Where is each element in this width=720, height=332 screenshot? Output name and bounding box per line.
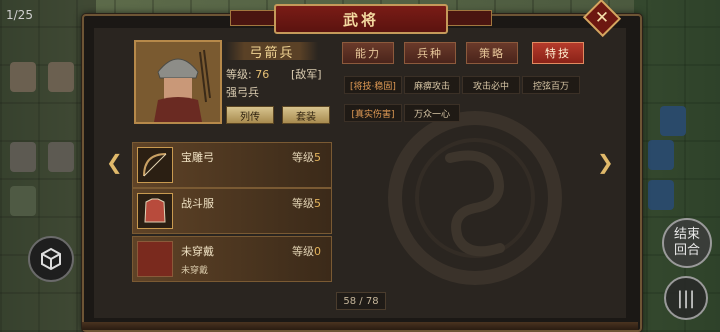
skill-tag: [真实伤害] xyxy=(344,104,402,122)
equipment-level: 等级0 xyxy=(292,243,321,259)
soldier-unit xyxy=(648,180,674,210)
armor-icon xyxy=(137,193,173,229)
equipment-slot-armor[interactable]: 战斗服 等级5 xyxy=(132,188,332,234)
unit-type: 强弓兵 xyxy=(226,86,259,99)
equipment-level-value: 5 xyxy=(314,151,321,164)
end-turn-button[interactable]: 结束 回合 xyxy=(662,218,712,268)
equipment-level-value: 5 xyxy=(314,197,321,210)
dragon-emblem xyxy=(388,111,562,285)
end-turn-label-bottom: 回合 xyxy=(673,243,700,258)
soldier-unit xyxy=(648,140,674,170)
soldier-unit xyxy=(10,142,36,172)
equipment-name: 战斗服 xyxy=(181,197,214,210)
skill-item[interactable]: 麻痹攻击 xyxy=(404,76,460,94)
skill-item[interactable]: 万众一心 xyxy=(404,104,460,122)
skill-item[interactable]: 控弦百万 xyxy=(522,76,580,94)
soldier-unit xyxy=(10,62,36,92)
soldier-unit xyxy=(10,186,36,216)
outfit-button[interactable]: 套装 xyxy=(282,106,330,124)
biography-button[interactable]: 列传 xyxy=(226,106,274,124)
empty-slot-icon xyxy=(137,241,173,277)
cube-icon xyxy=(41,247,61,271)
turn-counter: 1/25 xyxy=(6,8,33,22)
faction-label: [敌军] xyxy=(291,68,322,81)
page-indicator: 58 / 78 xyxy=(336,292,386,310)
equipment-level: 等级5 xyxy=(292,149,321,165)
close-icon[interactable]: ✕ xyxy=(588,5,616,31)
tab-ability[interactable]: 能力 xyxy=(342,42,394,64)
cube-button[interactable] xyxy=(28,236,74,282)
equipment-level-label: 等级 xyxy=(292,245,314,258)
menu-button[interactable]: ||| xyxy=(664,276,708,320)
level-label: 等级: xyxy=(226,68,252,81)
general-level: 等级: 76 xyxy=(226,66,269,82)
tab-special-skills[interactable]: 特技 xyxy=(532,42,584,64)
end-turn-label-top: 结束 xyxy=(673,227,700,242)
bow-icon xyxy=(137,147,173,183)
equipment-level-label: 等级 xyxy=(292,197,314,210)
soldier-unit xyxy=(660,106,686,136)
skill-tag: [将技·稳固] xyxy=(344,76,402,94)
equipment-level: 等级5 xyxy=(292,195,321,211)
panel-title: 武将 xyxy=(274,4,448,34)
panel-bottom-border xyxy=(82,322,638,330)
level-value: 76 xyxy=(255,68,270,81)
skill-item[interactable]: 攻击必中 xyxy=(462,76,520,94)
chevron-right-icon[interactable]: ❯ xyxy=(597,150,614,174)
chevron-left-icon[interactable]: ❮ xyxy=(106,150,123,174)
soldier-unit xyxy=(48,62,74,92)
equipment-name: 宝雕弓 xyxy=(181,151,214,164)
equipment-slot-weapon[interactable]: 宝雕弓 等级5 xyxy=(132,142,332,188)
general-portrait xyxy=(134,40,222,124)
tab-troop-type[interactable]: 兵种 xyxy=(404,42,456,64)
equipment-name: 未穿戴 xyxy=(181,245,214,258)
equipment-level-value: 0 xyxy=(314,245,321,258)
equipment-subtext: 未穿戴 xyxy=(181,266,209,276)
tab-strategy[interactable]: 策略 xyxy=(466,42,518,64)
helmet-warrior-portrait xyxy=(136,42,220,122)
menu-icon: ||| xyxy=(676,287,696,309)
general-name: 弓箭兵 xyxy=(226,42,318,61)
soldier-unit xyxy=(48,142,74,172)
equipment-slot-accessory[interactable]: 未穿戴 等级0 未穿戴 xyxy=(132,236,332,282)
equipment-level-label: 等级 xyxy=(292,151,314,164)
